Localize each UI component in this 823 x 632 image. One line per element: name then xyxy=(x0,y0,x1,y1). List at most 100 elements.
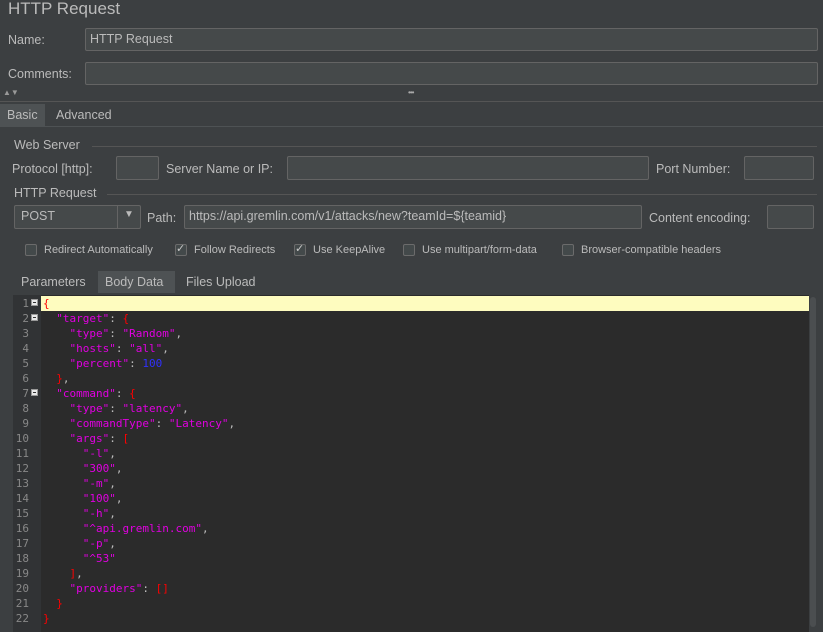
fold-toggle-icon[interactable] xyxy=(31,299,38,306)
code-text: "-h", xyxy=(82,507,116,520)
checkbox-5[interactable] xyxy=(562,244,574,256)
checkbox-3[interactable]: ✓ xyxy=(294,243,306,256)
line-number: 8 xyxy=(22,402,29,415)
code-line: 15 "-h", xyxy=(13,506,809,521)
line-number: 15 xyxy=(15,507,29,520)
code-line: 12 "300", xyxy=(13,461,809,476)
checkbox-2[interactable]: ✓ xyxy=(175,243,187,256)
code-line: 18 "^53" xyxy=(13,551,809,566)
body-data-editor[interactable]: 1{2 "target": {3 "type": "Random", 4 "hos… xyxy=(13,295,817,632)
checkbox-label[interactable]: Use multipart/form-data xyxy=(422,244,537,256)
fold-toggle-icon[interactable] xyxy=(31,389,38,396)
window-title: HTTP Request xyxy=(8,0,121,18)
editor-scrollbar[interactable] xyxy=(809,295,817,632)
line-number: 16 xyxy=(15,522,29,535)
current-line-highlight xyxy=(41,296,809,311)
code-text: "300", xyxy=(82,462,123,475)
chevron-down-icon: ▼ xyxy=(124,209,134,220)
line-number: 17 xyxy=(15,537,29,550)
tab-files-upload[interactable]: Files Upload xyxy=(179,271,262,293)
line-number: 18 xyxy=(15,552,29,565)
code-line: 3 "type": "Random", xyxy=(13,326,809,341)
code-line: 10 "args": [ xyxy=(13,431,809,446)
code-line: 7 "command": { xyxy=(13,386,809,401)
name-label: Name: xyxy=(8,33,45,47)
code-line: 19 ], xyxy=(13,566,809,581)
protocol-field[interactable] xyxy=(116,156,159,180)
code-text: }, xyxy=(56,372,70,385)
code-text: { xyxy=(43,297,50,310)
code-text: "args": [ xyxy=(69,432,130,445)
line-number: 20 xyxy=(15,582,29,595)
code-text: } xyxy=(56,597,63,610)
http-request-section-title: HTTP Request xyxy=(14,186,97,200)
checkbox-1[interactable] xyxy=(25,244,37,256)
code-line: 8 "type": "latency", xyxy=(13,401,809,416)
line-number: 4 xyxy=(22,342,29,355)
splitter[interactable]: ▲▼ ••• xyxy=(0,88,823,101)
code-line: 4 "hosts": "all", xyxy=(13,341,809,356)
line-number: 12 xyxy=(15,462,29,475)
code-line: 11 "-l", xyxy=(13,446,809,461)
port-field[interactable] xyxy=(744,156,814,180)
comments-field[interactable] xyxy=(85,62,818,85)
code-text: "^53" xyxy=(82,552,116,565)
code-text: ], xyxy=(69,567,83,580)
fold-toggle-icon[interactable] xyxy=(31,314,38,321)
server-name-label: Server Name or IP: xyxy=(166,162,273,176)
path-label: Path: xyxy=(147,211,177,225)
tab-body-data[interactable]: Body Data xyxy=(98,271,175,293)
comments-label: Comments: xyxy=(8,67,72,81)
code-line: 5 "percent": 100 xyxy=(13,356,809,371)
tab-basic[interactable]: Basic xyxy=(0,104,45,126)
code-text: "type": "latency", xyxy=(69,402,189,415)
code-line: 2 "target": { xyxy=(13,311,809,326)
code-text: "hosts": "all", xyxy=(69,342,169,355)
port-label: Port Number: xyxy=(656,162,731,176)
scrollbar-thumb[interactable] xyxy=(810,297,816,627)
content-encoding-field[interactable] xyxy=(767,205,814,229)
path-field[interactable]: https://api.gremlin.com/v1/attacks/new?t… xyxy=(184,205,642,229)
checkbox-label[interactable]: Browser-compatible headers xyxy=(581,244,721,256)
code-text: "-p", xyxy=(82,537,116,550)
web-server-section-title: Web Server xyxy=(14,138,80,152)
code-line: 21 } xyxy=(13,596,809,611)
protocol-label: Protocol [http]: xyxy=(12,162,93,176)
checkbox-label[interactable]: Use KeepAlive xyxy=(313,244,385,256)
code-line: 1{ xyxy=(13,296,809,311)
code-line: 20 "providers": [] xyxy=(13,581,809,596)
line-number: 21 xyxy=(15,597,29,610)
line-number: 6 xyxy=(22,372,29,385)
line-number: 22 xyxy=(15,612,29,625)
code-text: "100", xyxy=(82,492,123,505)
method-select[interactable]: POST ▼ xyxy=(14,205,141,229)
code-line: 17 "-p", xyxy=(13,536,809,551)
line-number: 7 xyxy=(22,387,29,400)
name-field[interactable]: HTTP Request xyxy=(85,28,818,51)
line-number: 3 xyxy=(22,327,29,340)
code-text: "percent": 100 xyxy=(69,357,163,370)
splitter-grip-icon[interactable]: ••• xyxy=(408,88,414,97)
code-text: "command": { xyxy=(56,387,136,400)
code-line: 9 "commandType": "Latency", xyxy=(13,416,809,431)
line-number: 5 xyxy=(22,357,29,370)
line-number: 19 xyxy=(15,567,29,580)
method-dropdown-button[interactable]: ▼ xyxy=(117,206,140,228)
checkbox-label[interactable]: Redirect Automatically xyxy=(44,244,153,256)
code-text: "-l", xyxy=(82,447,116,460)
code-text: } xyxy=(43,612,50,625)
line-number: 1 xyxy=(22,297,29,310)
line-number: 14 xyxy=(15,492,29,505)
code-line: 13 "-m", xyxy=(13,476,809,491)
tab-parameters[interactable]: Parameters xyxy=(14,271,93,293)
code-line: 14 "100", xyxy=(13,491,809,506)
line-number: 13 xyxy=(15,477,29,490)
server-name-field[interactable] xyxy=(287,156,649,180)
code-line: 22} xyxy=(13,611,809,626)
checkbox-4[interactable] xyxy=(403,244,415,256)
line-number: 11 xyxy=(15,447,29,460)
checkbox-label[interactable]: Follow Redirects xyxy=(194,244,275,256)
content-encoding-label: Content encoding: xyxy=(649,211,751,225)
tab-advanced[interactable]: Advanced xyxy=(49,104,119,126)
collapse-arrows-icon[interactable]: ▲▼ xyxy=(3,88,19,97)
